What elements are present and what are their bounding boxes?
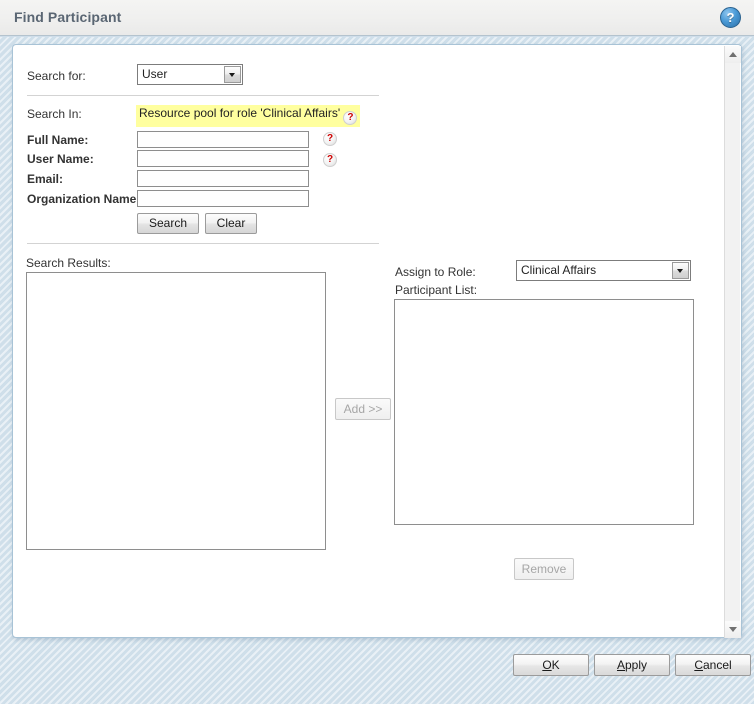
cancel-rest: ancel: [702, 658, 732, 672]
clear-button[interactable]: Clear: [205, 213, 257, 234]
participant-listbox[interactable]: [394, 299, 694, 525]
assign-to-role-dropdown[interactable]: Clinical Affairs: [516, 260, 691, 281]
remove-button: Remove: [514, 558, 574, 580]
email-label: Email:: [27, 172, 64, 186]
search-results-listbox[interactable]: [26, 272, 326, 550]
search-for-dropdown[interactable]: User: [137, 64, 243, 85]
search-button[interactable]: Search: [137, 213, 199, 234]
search-in-help-icon[interactable]: ?: [343, 111, 358, 125]
assign-to-role-value: Clinical Affairs: [521, 263, 597, 277]
search-in-scope: Resource pool for role 'Clinical Affairs…: [136, 105, 361, 127]
search-for-value: User: [142, 67, 168, 81]
user-name-help-icon[interactable]: ?: [323, 153, 337, 167]
full-name-help-icon[interactable]: ?: [323, 132, 337, 146]
window-title-bar: Find Participant ?: [0, 0, 754, 36]
chevron-down-icon[interactable]: [224, 66, 241, 83]
apply-accel: A: [616, 658, 625, 672]
organization-name-label: Organization Name:: [27, 192, 141, 206]
assign-to-role-label: Assign to Role:: [395, 265, 476, 279]
full-name-label: Full Name:: [27, 133, 89, 147]
scroll-up-arrow-icon[interactable]: [725, 46, 741, 63]
email-input[interactable]: [137, 170, 309, 187]
cancel-accel: C: [694, 658, 703, 672]
divider-top: [27, 95, 379, 96]
search-for-label: Search for:: [27, 69, 86, 83]
page-title: Find Participant: [14, 9, 122, 25]
search-in-label: Search In:: [27, 107, 82, 121]
scroll-down-arrow-icon[interactable]: [725, 621, 741, 638]
main-content-panel: Search for: User Search In: Resource poo…: [12, 44, 742, 638]
ok-rest: K: [551, 658, 560, 672]
participant-list-label: Participant List:: [395, 283, 478, 297]
organization-name-input[interactable]: [137, 190, 309, 207]
vertical-scrollbar[interactable]: [724, 46, 741, 638]
add-button: Add >>: [335, 398, 391, 420]
help-circle-icon[interactable]: ?: [720, 7, 741, 28]
full-name-input[interactable]: [137, 131, 309, 148]
search-in-value: Resource pool for role 'Clinical Affairs…: [139, 106, 341, 120]
user-name-label: User Name:: [27, 152, 94, 166]
ok-button[interactable]: OK: [513, 654, 589, 676]
ok-accel: O: [542, 658, 552, 672]
apply-rest: pply: [625, 658, 648, 672]
search-results-label: Search Results:: [26, 256, 111, 270]
divider-middle: [27, 243, 379, 244]
cancel-button[interactable]: Cancel: [675, 654, 751, 676]
chevron-down-icon-role[interactable]: [672, 262, 689, 279]
user-name-input[interactable]: [137, 150, 309, 167]
apply-button[interactable]: Apply: [594, 654, 670, 676]
